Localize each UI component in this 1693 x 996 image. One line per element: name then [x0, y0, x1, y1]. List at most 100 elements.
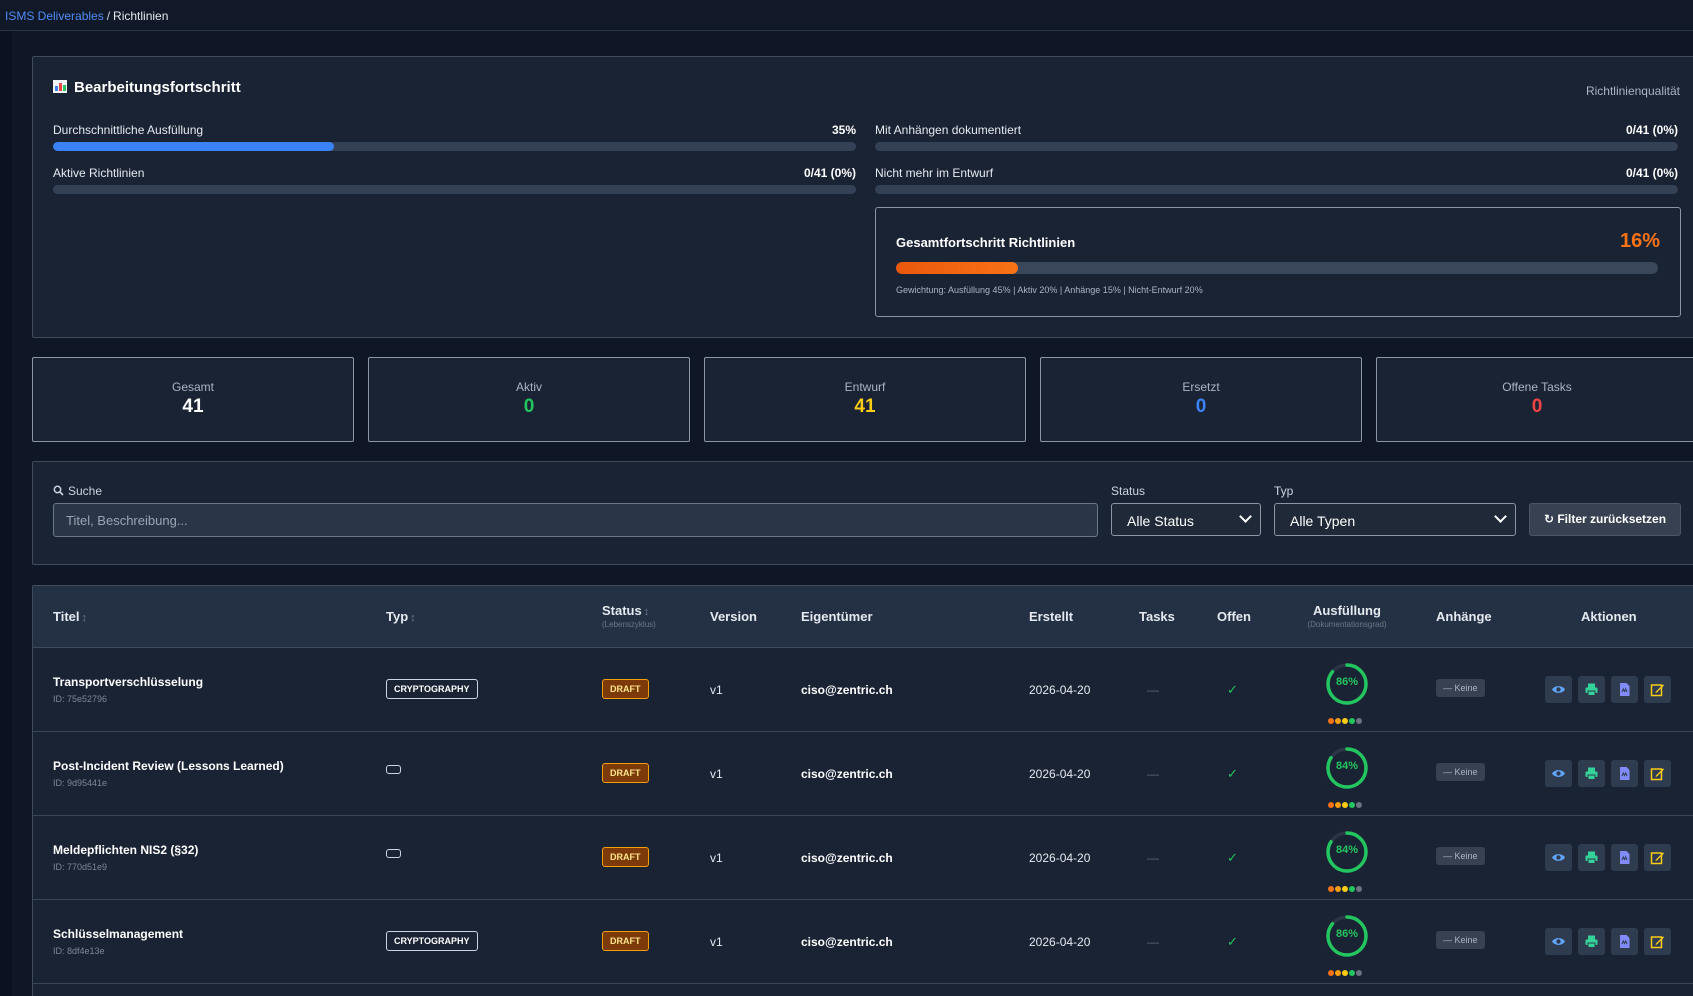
- status-badge: DRAFT: [602, 931, 649, 951]
- table-row[interactable]: Post-Incident Review (Lessons Learned) I…: [33, 732, 1693, 816]
- type-badge: CRYPTOGRAPHY: [386, 679, 478, 699]
- rating-dot: [1349, 886, 1355, 892]
- stat-card-total: Gesamt 41: [32, 357, 354, 442]
- row-title-cell[interactable]: Post-Incident Review (Lessons Learned) I…: [53, 759, 284, 788]
- pdf-file-button[interactable]: [1611, 760, 1638, 787]
- row-tasks: —: [1147, 767, 1159, 781]
- edit-button[interactable]: [1644, 844, 1671, 871]
- no-attachments-badge: — Keine: [1436, 679, 1485, 697]
- row-id: ID: 770d51e9: [53, 862, 108, 872]
- progress-title: Bearbeitungsfortschritt: [53, 79, 241, 96]
- type-badge-empty: [386, 765, 401, 774]
- edit-button[interactable]: [1644, 676, 1671, 703]
- table-row[interactable]: Transportverschlüsselung ID: 75e52796 CR…: [33, 648, 1693, 732]
- row-id: ID: 9d95441e: [53, 778, 108, 788]
- row-owner: ciso@zentric.ch: [801, 767, 893, 781]
- stat-value: 41: [854, 396, 876, 417]
- row-title[interactable]: Post-Incident Review (Lessons Learned): [53, 759, 284, 773]
- breadcrumb-root-link[interactable]: ISMS Deliverables: [5, 9, 104, 23]
- rating-dot: [1335, 970, 1341, 976]
- printer-button[interactable]: [1578, 676, 1605, 703]
- rating-dot: [1349, 802, 1355, 808]
- search-label: Suche: [53, 484, 102, 498]
- overall-progress-fill: [896, 262, 1018, 274]
- row-title[interactable]: Transportverschlüsselung: [53, 675, 203, 689]
- printer-button[interactable]: [1578, 760, 1605, 787]
- progress-track: [875, 185, 1678, 194]
- rating-dot: [1356, 970, 1362, 976]
- rating-dot: [1356, 718, 1362, 724]
- rating-dot: [1335, 718, 1341, 724]
- row-version: v1: [710, 767, 723, 781]
- type-filter-label: Typ: [1274, 484, 1294, 498]
- printer-button[interactable]: [1578, 844, 1605, 871]
- rating-dot: [1328, 802, 1334, 808]
- header-type[interactable]: Typ ↕: [386, 609, 416, 624]
- row-status-cell: DRAFT: [602, 931, 649, 951]
- type-badge: CRYPTOGRAPHY: [386, 931, 478, 951]
- header-created: Erstellt: [1029, 609, 1074, 624]
- quality-link[interactable]: Richtlinienqualität: [1586, 84, 1680, 98]
- fill-percent: 84%: [1335, 844, 1359, 856]
- header-version: Version: [710, 609, 757, 624]
- search-input[interactable]: [53, 503, 1098, 537]
- fill-rating-dots: [1328, 879, 1363, 892]
- fill-ring: 86%: [1323, 914, 1371, 976]
- row-title[interactable]: Meldepflichten NIS2 (§32): [53, 843, 198, 857]
- edit-button[interactable]: [1644, 760, 1671, 787]
- reset-filters-button[interactable]: ↻ Filter zurücksetzen: [1529, 503, 1681, 536]
- row-type-cell: CRYPTOGRAPHY: [386, 679, 478, 699]
- pdf-file-button[interactable]: [1611, 928, 1638, 955]
- row-created: 2026-04-20: [1029, 767, 1091, 781]
- eye-button[interactable]: [1545, 844, 1572, 871]
- row-owner: ciso@zentric.ch: [801, 935, 893, 949]
- pdf-file-button[interactable]: [1611, 676, 1638, 703]
- row-title-cell[interactable]: Transportverschlüsselung ID: 75e52796: [53, 675, 203, 704]
- chevron-down-icon: [1494, 510, 1507, 523]
- rating-dot: [1342, 802, 1348, 808]
- rating-dot: [1328, 970, 1334, 976]
- printer-button[interactable]: [1578, 928, 1605, 955]
- status-badge: DRAFT: [602, 847, 649, 867]
- type-badge-empty: [386, 849, 401, 858]
- rating-dot: [1328, 886, 1334, 892]
- table-row[interactable]: Meldepflichten NIS2 (§32) ID: 770d51e9 D…: [33, 816, 1693, 900]
- eye-button[interactable]: [1545, 760, 1572, 787]
- row-version: v1: [710, 683, 723, 697]
- no-attachments-badge: — Keine: [1436, 931, 1485, 949]
- row-attachments-cell: — Keine: [1436, 679, 1485, 697]
- pdf-file-button[interactable]: [1611, 844, 1638, 871]
- type-select[interactable]: Alle Typen: [1274, 503, 1516, 536]
- overall-progress-card: Gesamtfortschritt Richtlinien 16% Gewich…: [875, 207, 1681, 317]
- metric-active: Aktive Richtlinien 0/41 (0%): [53, 166, 856, 194]
- rating-dot: [1335, 886, 1341, 892]
- progress-track: [53, 142, 856, 151]
- stat-card-draft: Entwurf 41: [704, 357, 1026, 442]
- row-type-cell: [386, 847, 401, 861]
- header-status[interactable]: Status ↕ (Lebenszyklus): [602, 603, 656, 629]
- header-owner: Eigentümer: [801, 609, 873, 624]
- table-header: Titel ↕ Typ ↕ Status ↕ (Lebenszyklus) Versio…: [33, 586, 1693, 648]
- rating-dot: [1356, 886, 1362, 892]
- search-icon: [53, 485, 64, 496]
- fill-percent: 86%: [1335, 928, 1359, 940]
- chevron-down-icon: [1239, 510, 1252, 523]
- stat-card-replaced: Ersetzt 0: [1040, 357, 1362, 442]
- eye-button[interactable]: [1545, 928, 1572, 955]
- row-title[interactable]: Schlüsselmanagement: [53, 927, 183, 941]
- header-fill-sub: (Dokumentationsgrad): [1307, 620, 1387, 629]
- fill-percent: 86%: [1335, 676, 1359, 688]
- table-row[interactable]: Schlüsselmanagement ID: 8df4e13e CRYPTOG…: [33, 900, 1693, 984]
- fill-percent: 84%: [1335, 760, 1359, 772]
- breadcrumb-current: Richtlinien: [113, 9, 169, 23]
- stat-value: 0: [1531, 396, 1543, 417]
- row-title-cell[interactable]: Schlüsselmanagement ID: 8df4e13e: [53, 927, 183, 956]
- status-select[interactable]: Alle Status: [1111, 503, 1261, 536]
- row-tasks: —: [1147, 935, 1159, 949]
- row-version: v1: [710, 851, 723, 865]
- edit-button[interactable]: [1644, 928, 1671, 955]
- row-title-cell[interactable]: Meldepflichten NIS2 (§32) ID: 770d51e9: [53, 843, 198, 872]
- eye-button[interactable]: [1545, 676, 1572, 703]
- row-type-cell: [386, 763, 401, 777]
- header-title[interactable]: Titel ↕: [53, 609, 87, 624]
